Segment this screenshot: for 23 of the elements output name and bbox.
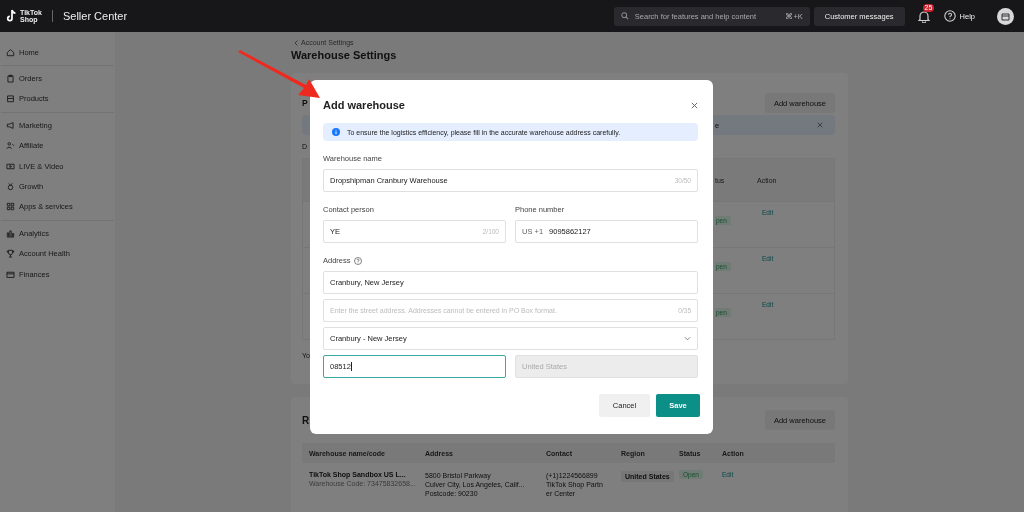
chevron-down-icon bbox=[684, 336, 691, 341]
clipboard-icon bbox=[6, 74, 15, 84]
chevron-left-icon[interactable] bbox=[294, 39, 298, 46]
shop-avatar-icon[interactable] bbox=[997, 7, 1014, 25]
note-logo-icon bbox=[6, 9, 18, 23]
page-title: Warehouse Settings bbox=[291, 49, 398, 61]
card-title: R bbox=[302, 414, 310, 426]
megaphone-icon bbox=[6, 120, 15, 130]
home-icon bbox=[6, 47, 15, 57]
box-icon bbox=[6, 94, 15, 104]
info-icon bbox=[332, 128, 340, 136]
bell-icon[interactable] bbox=[917, 9, 930, 23]
trophy-icon bbox=[6, 249, 15, 259]
close-icon[interactable] bbox=[817, 122, 823, 128]
card-title: P bbox=[302, 98, 308, 108]
close-icon[interactable] bbox=[691, 101, 698, 109]
dialog-title: Add warehouse bbox=[323, 99, 405, 111]
video-icon bbox=[6, 161, 15, 171]
grid-icon bbox=[6, 202, 15, 212]
wallet-icon bbox=[6, 269, 15, 279]
people-icon bbox=[6, 141, 15, 151]
product-name: Seller Center bbox=[62, 10, 128, 22]
search-icon bbox=[620, 12, 629, 20]
